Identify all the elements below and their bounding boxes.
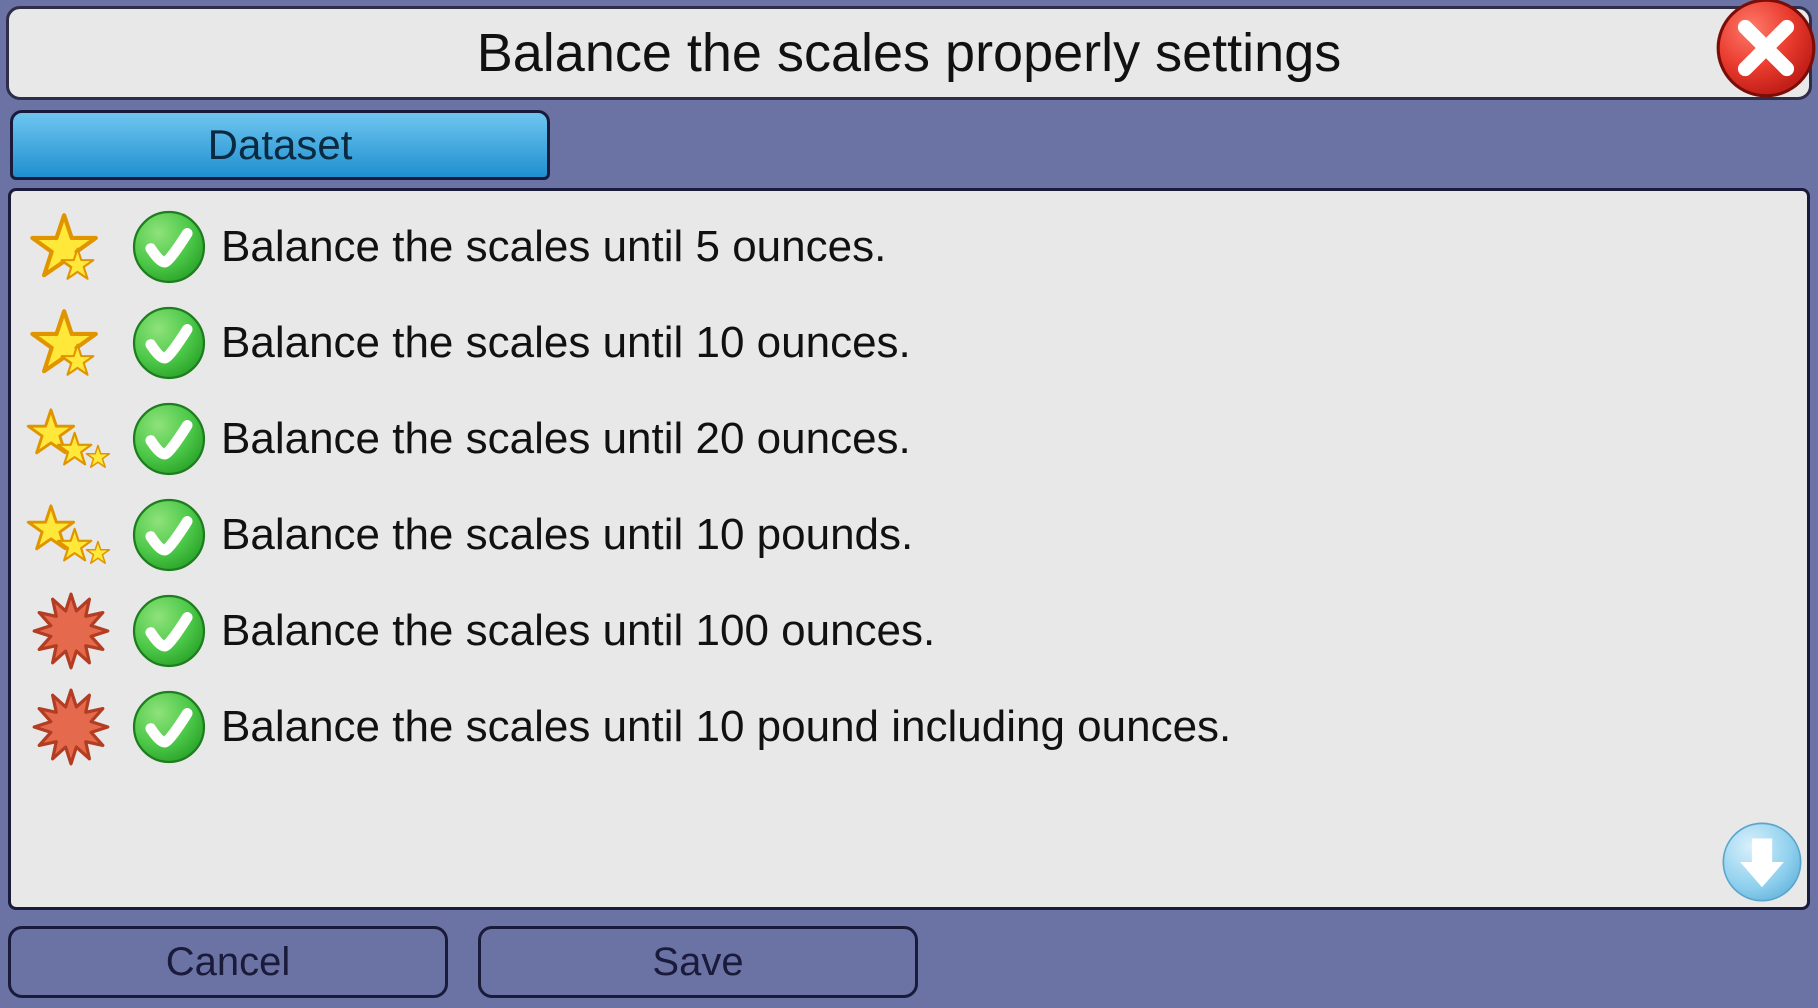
save-label: Save <box>652 940 743 985</box>
checkbox-toggle[interactable] <box>131 689 207 765</box>
cancel-label: Cancel <box>166 940 291 985</box>
close-icon <box>1714 0 1818 100</box>
difficulty-sun-icon <box>25 686 117 768</box>
header-bar: Balance the scales properly settings <box>6 6 1812 100</box>
close-button[interactable] <box>1712 0 1818 102</box>
checkbox-toggle[interactable] <box>131 209 207 285</box>
item-label: Balance the scales until 10 pound includ… <box>221 702 1231 752</box>
checkbox-toggle[interactable] <box>131 593 207 669</box>
tab-dataset[interactable]: Dataset <box>10 110 550 180</box>
scroll-down-button[interactable] <box>1720 820 1804 904</box>
difficulty-two-star-icon <box>25 494 117 576</box>
item-label: Balance the scales until 10 ounces. <box>221 318 911 368</box>
tab-row: Dataset <box>10 110 550 180</box>
item-label: Balance the scales until 5 ounces. <box>221 222 886 272</box>
cancel-button[interactable]: Cancel <box>8 926 448 998</box>
difficulty-sun-icon <box>25 590 117 672</box>
item-label: Balance the scales until 20 ounces. <box>221 414 911 464</box>
checkbox-toggle[interactable] <box>131 401 207 477</box>
item-list: Balance the scales until 5 ounces. Balan… <box>8 188 1810 910</box>
dialog-title: Balance the scales properly settings <box>477 22 1341 84</box>
checkbox-toggle[interactable] <box>131 305 207 381</box>
checkbox-toggle[interactable] <box>131 497 207 573</box>
settings-dialog: Balance the scales properly settings Dat… <box>0 0 1818 1008</box>
list-item[interactable]: Balance the scales until 10 pounds. <box>25 487 1793 583</box>
difficulty-two-star-icon <box>25 398 117 480</box>
list-item[interactable]: Balance the scales until 100 ounces. <box>25 583 1793 679</box>
arrow-down-icon <box>1720 820 1804 904</box>
difficulty-one-star-icon <box>25 206 117 288</box>
difficulty-one-star-icon <box>25 302 117 384</box>
list-item[interactable]: Balance the scales until 5 ounces. <box>25 199 1793 295</box>
list-item[interactable]: Balance the scales until 20 ounces. <box>25 391 1793 487</box>
tab-label: Dataset <box>208 121 353 169</box>
item-label: Balance the scales until 10 pounds. <box>221 510 913 560</box>
list-item[interactable]: Balance the scales until 10 pound includ… <box>25 679 1793 775</box>
footer-bar: Cancel Save <box>8 926 918 998</box>
save-button[interactable]: Save <box>478 926 918 998</box>
item-label: Balance the scales until 100 ounces. <box>221 606 935 656</box>
list-item[interactable]: Balance the scales until 10 ounces. <box>25 295 1793 391</box>
